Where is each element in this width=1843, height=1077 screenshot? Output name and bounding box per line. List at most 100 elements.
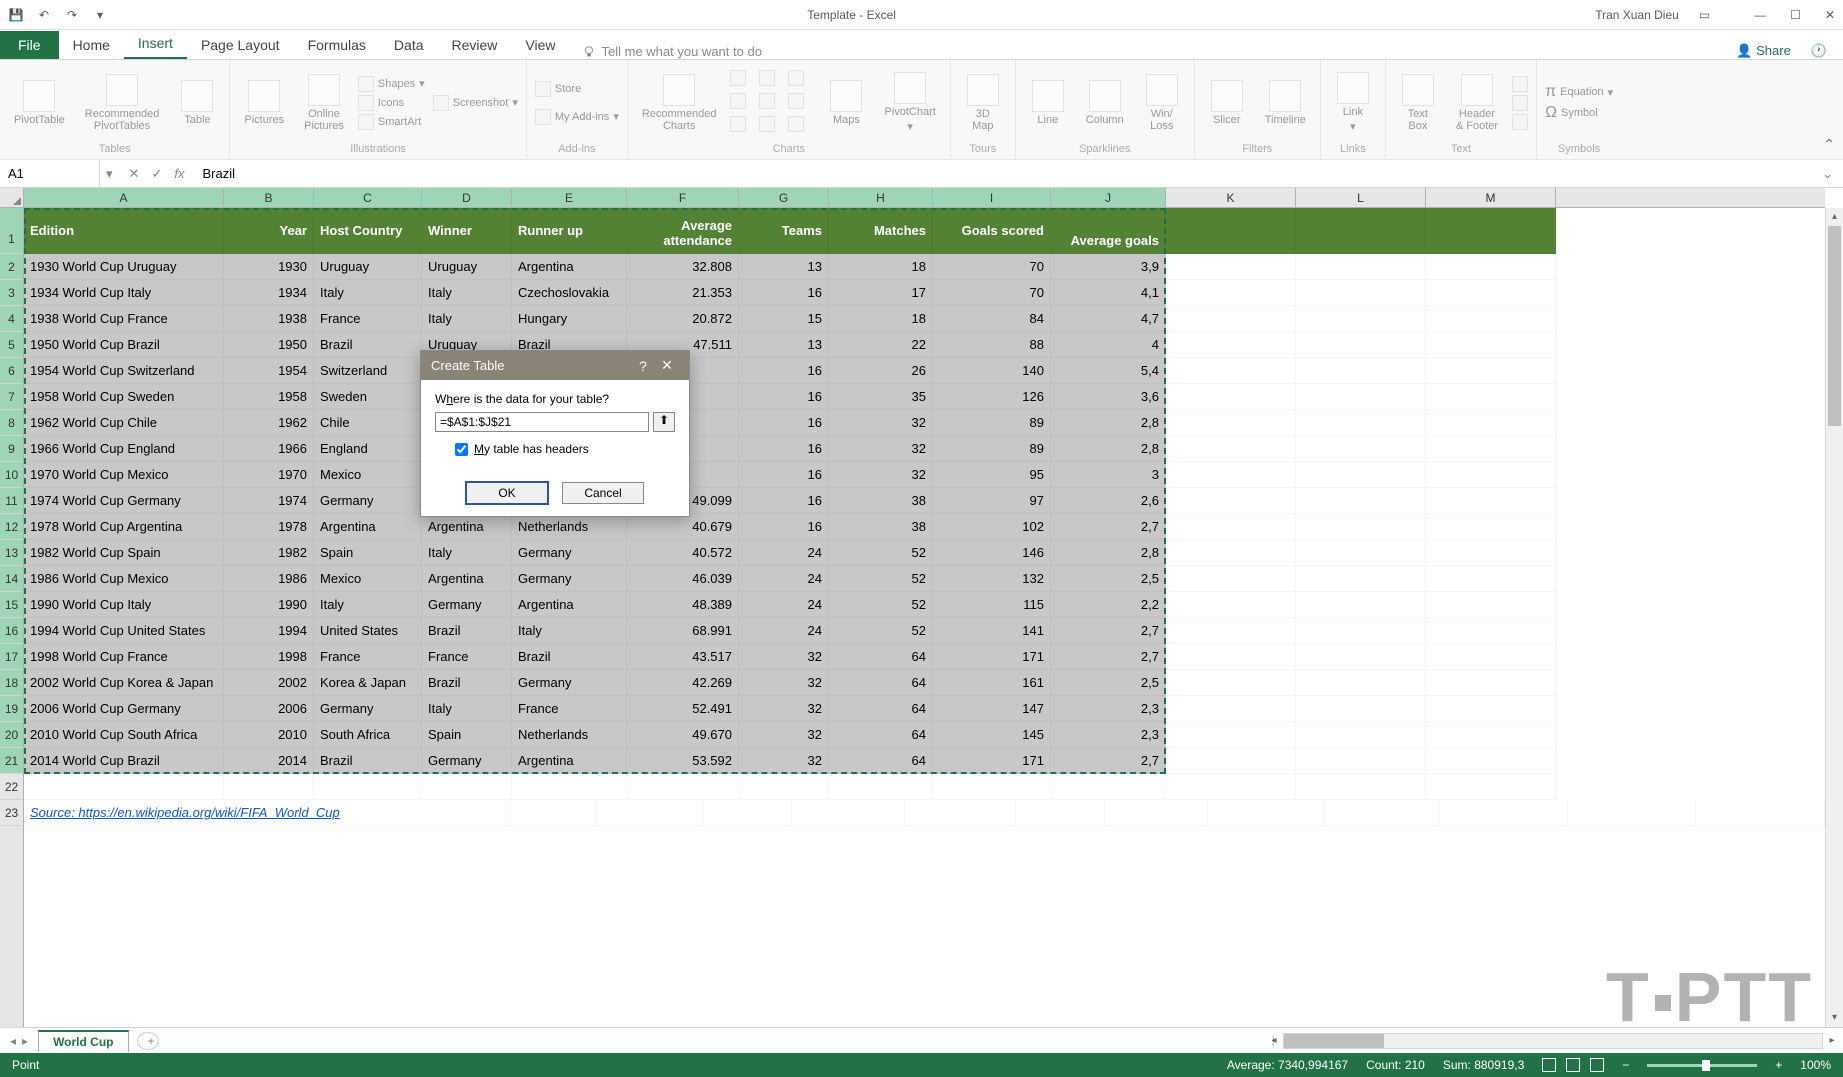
object-icon[interactable] — [1512, 114, 1528, 130]
data-cell[interactable]: Argentina — [314, 514, 422, 540]
redo-icon[interactable]: ↷ — [64, 7, 80, 23]
slicer-button[interactable]: Slicer — [1203, 78, 1251, 128]
data-cell[interactable]: 2,2 — [1051, 592, 1166, 618]
data-cell[interactable] — [1296, 358, 1426, 384]
tab-pagelayout[interactable]: Page Layout — [187, 31, 294, 59]
data-cell[interactable]: 1982 World Cup Spain — [24, 540, 224, 566]
tell-me[interactable]: Tell me what you want to do — [582, 44, 762, 59]
data-cell[interactable]: 1966 — [224, 436, 314, 462]
data-cell[interactable]: 32 — [739, 696, 829, 722]
data-cell[interactable]: 1938 World Cup France — [24, 306, 224, 332]
data-cell[interactable]: 68.991 — [627, 618, 739, 644]
header-cell[interactable]: Host Country — [314, 208, 422, 254]
data-cell[interactable]: 1954 World Cup Switzerland — [24, 358, 224, 384]
data-cell[interactable]: Hungary — [512, 306, 627, 332]
data-cell[interactable]: 46.039 — [627, 566, 739, 592]
data-cell[interactable]: France — [512, 696, 627, 722]
column-header[interactable]: A — [24, 188, 224, 207]
data-cell[interactable] — [1166, 436, 1296, 462]
data-cell[interactable]: 1990 World Cup Italy — [24, 592, 224, 618]
data-cell[interactable]: United States — [314, 618, 422, 644]
data-cell[interactable] — [1166, 618, 1296, 644]
headers-checkbox-label[interactable]: My table has headers — [474, 442, 589, 456]
data-cell[interactable] — [905, 800, 1016, 826]
cancel-formula-icon[interactable]: ✕ — [129, 166, 140, 182]
maximize-icon[interactable]: ☐ — [1790, 8, 1801, 22]
data-cell[interactable]: 84 — [933, 306, 1051, 332]
data-cell[interactable]: Italy — [422, 306, 512, 332]
data-cell[interactable]: 43.517 — [627, 644, 739, 670]
data-cell[interactable] — [1166, 384, 1296, 410]
vertical-scrollbar[interactable]: ▴ ▾ — [1825, 208, 1843, 1027]
data-cell[interactable]: 40.572 — [627, 540, 739, 566]
header-cell[interactable]: Average goals — [1051, 208, 1166, 254]
data-cell[interactable]: 64 — [829, 670, 933, 696]
data-cell[interactable]: Germany — [512, 566, 627, 592]
history-icon[interactable]: 🕐 — [1811, 43, 1827, 59]
data-cell[interactable] — [596, 800, 703, 826]
row-header[interactable]: 12 — [0, 514, 23, 540]
data-cell[interactable]: 2010 World Cup South Africa — [24, 722, 224, 748]
data-cell[interactable]: 2,7 — [1051, 514, 1166, 540]
data-cell[interactable]: 49.670 — [627, 722, 739, 748]
sparkline-column-button[interactable]: Column — [1080, 78, 1130, 128]
data-cell[interactable] — [1166, 254, 1296, 280]
data-cell[interactable]: 38 — [829, 514, 933, 540]
data-cell[interactable] — [1426, 410, 1556, 436]
data-cell[interactable]: 1974 — [224, 488, 314, 514]
data-cell[interactable]: 2002 — [224, 670, 314, 696]
data-cell[interactable]: Switzerland — [314, 358, 422, 384]
file-tab[interactable]: File — [0, 31, 59, 59]
header-cell[interactable]: Matches — [829, 208, 933, 254]
data-cell[interactable]: 2,8 — [1051, 540, 1166, 566]
data-cell[interactable] — [1426, 748, 1556, 774]
data-cell[interactable]: 171 — [933, 644, 1051, 670]
data-cell[interactable]: Germany — [314, 696, 422, 722]
pivottable-button[interactable]: PivotTable — [8, 78, 71, 128]
data-cell[interactable]: 2,7 — [1051, 644, 1166, 670]
data-cell[interactable]: 2,7 — [1051, 618, 1166, 644]
row-header[interactable]: 15 — [0, 592, 23, 618]
data-cell[interactable]: 88 — [933, 332, 1051, 358]
row-header[interactable]: 13 — [0, 540, 23, 566]
chart-type-icon[interactable] — [759, 93, 775, 109]
data-cell[interactable]: 16 — [739, 462, 829, 488]
data-cell[interactable] — [1166, 488, 1296, 514]
data-cell[interactable] — [1296, 774, 1426, 800]
data-cell[interactable]: 1970 World Cup Mexico — [24, 462, 224, 488]
data-cell[interactable]: 52 — [829, 540, 933, 566]
data-cell[interactable]: 2,8 — [1051, 410, 1166, 436]
wordart-icon[interactable] — [1512, 76, 1528, 92]
page-break-view-icon[interactable] — [1590, 1058, 1604, 1072]
row-header[interactable]: 14 — [0, 566, 23, 592]
data-cell[interactable]: 16 — [739, 514, 829, 540]
data-cell[interactable]: 53.592 — [627, 748, 739, 774]
header-cell[interactable]: Teams — [739, 208, 829, 254]
data-cell[interactable]: Source: https://en.wikipedia.org/wiki/FI… — [24, 800, 507, 826]
data-cell[interactable] — [703, 800, 792, 826]
data-cell[interactable] — [1296, 488, 1426, 514]
column-header[interactable]: E — [512, 188, 627, 207]
data-cell[interactable]: Italy — [422, 540, 512, 566]
row-headers[interactable]: 1234567891011121314151617181920212223 — [0, 208, 24, 1027]
data-cell[interactable] — [933, 774, 1051, 800]
data-cell[interactable] — [1166, 774, 1296, 800]
header-cell[interactable]: Winner — [422, 208, 512, 254]
data-cell[interactable] — [1426, 722, 1556, 748]
data-cell[interactable]: 1934 — [224, 280, 314, 306]
tab-data[interactable]: Data — [380, 31, 438, 59]
data-cell[interactable]: Argentina — [512, 254, 627, 280]
chart-type-icon[interactable] — [788, 93, 804, 109]
row-header[interactable]: 8 — [0, 410, 23, 436]
icons-button[interactable]: Icons — [358, 95, 425, 111]
data-cell[interactable]: 3 — [1051, 462, 1166, 488]
data-cell[interactable]: 2006 — [224, 696, 314, 722]
scroll-up-icon[interactable]: ▴ — [1826, 208, 1843, 226]
data-cell[interactable]: 18 — [829, 254, 933, 280]
smartart-button[interactable]: SmartArt — [358, 114, 425, 130]
data-cell[interactable]: Italy — [512, 618, 627, 644]
data-cell[interactable]: 1950 World Cup Brazil — [24, 332, 224, 358]
column-header[interactable]: H — [829, 188, 933, 207]
data-cell[interactable]: 1966 World Cup England — [24, 436, 224, 462]
dialog-close-icon[interactable]: ✕ — [655, 357, 679, 374]
